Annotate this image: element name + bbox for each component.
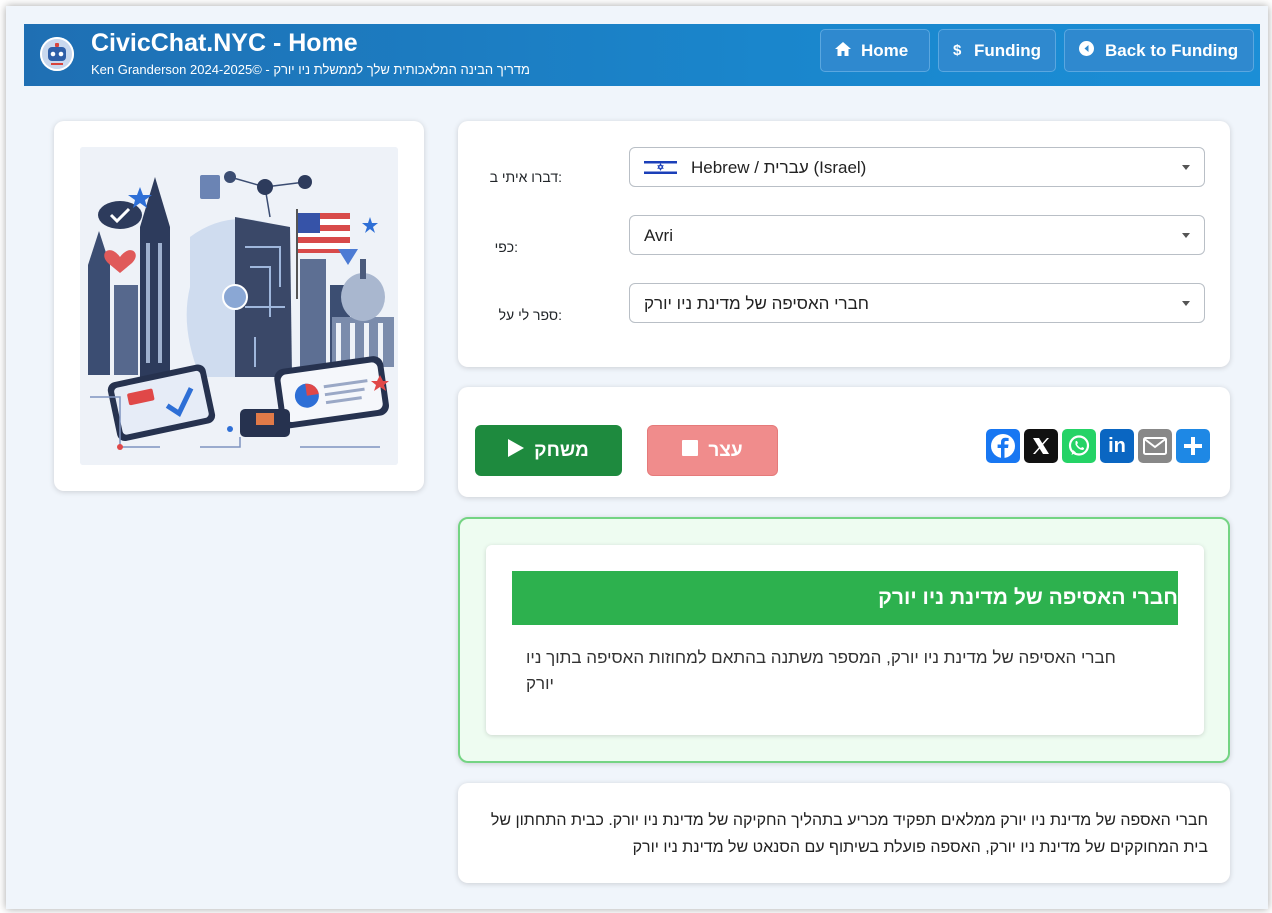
- stop-button-label: עצר: [708, 439, 743, 461]
- persona-select-value: Avri: [644, 226, 673, 245]
- home-icon: [835, 41, 861, 60]
- funding-button-label: Funding: [973, 40, 1041, 60]
- chevron-down-icon: [1182, 301, 1190, 306]
- topic-label: :ספר לי על: [498, 307, 562, 323]
- app-subtitle: Ken Granderson מדריך הבינה המלאכותית שלך…: [91, 62, 530, 77]
- x-share-icon[interactable]: [1024, 429, 1058, 463]
- whatsapp-share-icon[interactable]: [1062, 429, 1096, 463]
- play-icon: [508, 438, 525, 463]
- language-label: :דברו איתי ב: [489, 169, 562, 185]
- topic-select[interactable]: חברי האסיפה של מדינת ניו יורק: [629, 283, 1205, 323]
- email-share-icon[interactable]: [1138, 429, 1172, 463]
- persona-label: :כפי: [494, 239, 518, 255]
- chevron-down-icon: [1182, 165, 1190, 170]
- linkedin-share-icon[interactable]: in: [1100, 429, 1134, 463]
- language-select[interactable]: Hebrew / עברית (Israel): [629, 147, 1205, 187]
- language-select-value: Hebrew / עברית (Israel): [691, 158, 867, 177]
- play-button[interactable]: משחק: [475, 425, 622, 476]
- stop-button[interactable]: עצר: [647, 425, 778, 476]
- hero-image-card: [54, 121, 424, 491]
- ai-civic-illustration: [80, 147, 398, 465]
- facebook-share-icon[interactable]: [986, 429, 1020, 463]
- home-button[interactable]: Home: [820, 29, 930, 72]
- chevron-down-icon: [1182, 233, 1190, 238]
- topic-outer-card: חברי האסיפה של מדינת ניו יורק חברי האסיפ…: [458, 517, 1230, 763]
- top-navbar: CivicChat.NYC - Home Ken Granderson מדרי…: [24, 24, 1260, 86]
- israel-flag-icon: [644, 159, 677, 176]
- chatbot-logo-icon[interactable]: [40, 37, 74, 71]
- app-window: CivicChat.NYC - Home Ken Granderson מדרי…: [6, 6, 1268, 909]
- arrow-circle-left-icon: [1079, 41, 1105, 60]
- stop-icon: [682, 439, 699, 462]
- topic-title: חברי האסיפה של מדינת ניו יורק: [878, 586, 1178, 609]
- transcript-card: חברי האספה של מדינת ניו יורק ממלאים תפקי…: [458, 783, 1230, 883]
- share-plus-icon[interactable]: [1176, 429, 1210, 463]
- back-to-funding-label: Back to Funding: [1105, 40, 1239, 60]
- settings-card: :דברו איתי ב Hebrew / עברית (Israel) :כפ…: [458, 121, 1230, 367]
- persona-select[interactable]: Avri: [629, 215, 1205, 255]
- app-title: CivicChat.NYC - Home: [91, 29, 358, 57]
- dollar-icon: $: [953, 42, 962, 59]
- play-button-label: משחק: [534, 439, 589, 461]
- funding-button[interactable]: $ Funding: [938, 29, 1056, 72]
- topic-select-value: חברי האסיפה של מדינת ניו יורק: [644, 294, 869, 313]
- topic-description: חברי האסיפה של מדינת ניו יורק, המספר משת…: [526, 648, 1116, 693]
- controls-card: משחק עצר in: [458, 387, 1230, 497]
- transcript-text: חברי האספה של מדינת ניו יורק ממלאים תפקי…: [490, 812, 1208, 856]
- topic-inner-card: חברי האסיפה של מדינת ניו יורק חברי האסיפ…: [486, 545, 1204, 735]
- topic-header: חברי האסיפה של מדינת ניו יורק: [512, 571, 1178, 625]
- home-button-label: Home: [861, 40, 909, 60]
- back-to-funding-button[interactable]: Back to Funding: [1064, 29, 1254, 72]
